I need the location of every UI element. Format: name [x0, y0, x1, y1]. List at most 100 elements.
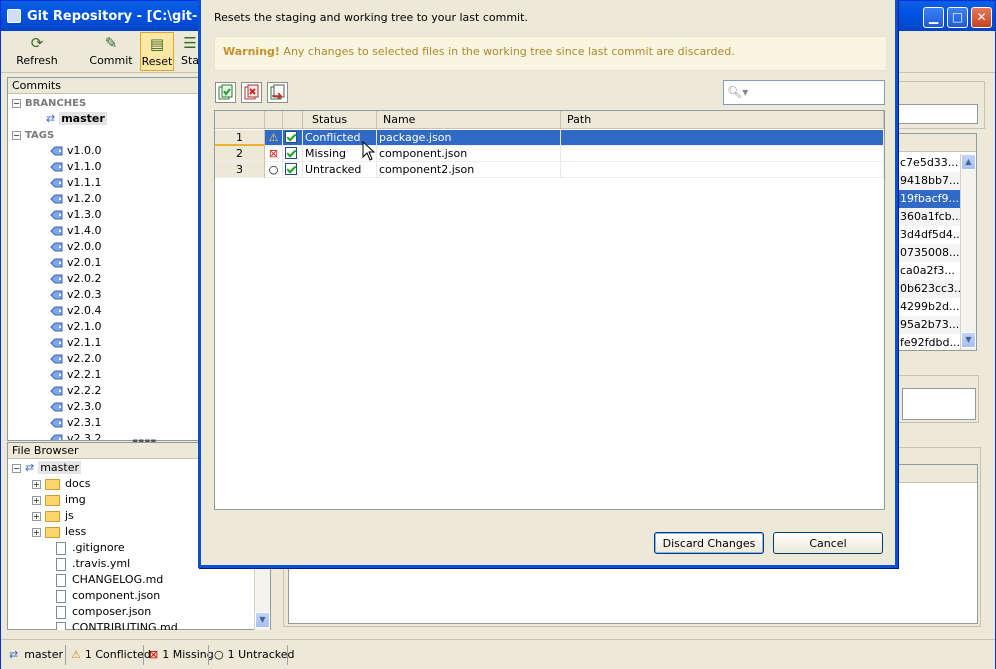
tag-item[interactable]: v2.1.1	[50, 335, 102, 351]
tag-item[interactable]: v2.2.0	[50, 351, 102, 367]
details-search-field[interactable]	[898, 104, 978, 124]
select-all-button[interactable]	[215, 82, 236, 103]
tag-item[interactable]: v1.1.0	[50, 159, 102, 175]
scroll-down-icon[interactable]: ▼	[255, 612, 270, 628]
commit-hash-row[interactable]: 95a2b73...	[898, 316, 960, 334]
collapse-icon[interactable]: −	[12, 130, 21, 140]
scroll-down-icon[interactable]: ▼	[961, 332, 976, 348]
invert-selection-button[interactable]	[267, 82, 288, 103]
commit-hash-row[interactable]: 3d4df5d4...	[898, 226, 960, 244]
commit-hash-row[interactable]: fe92fdbd...	[898, 334, 960, 350]
collapse-icon[interactable]: −	[12, 463, 21, 473]
expand-icon[interactable]: +	[32, 511, 41, 521]
refresh-button[interactable]: ⟳ Refresh	[11, 32, 63, 71]
tags-group[interactable]: − TAGS	[12, 127, 54, 143]
file-icon	[56, 573, 66, 587]
tag-item[interactable]: v2.0.3	[50, 287, 102, 303]
grid-row[interactable]: 3 ○ Untracked component2.json	[215, 162, 884, 178]
tag-item[interactable]: v2.0.2	[50, 271, 102, 287]
scroll-up-icon[interactable]: ▲	[961, 154, 976, 170]
branch-item-master[interactable]: ⇄ master	[46, 111, 107, 127]
tag-item[interactable]: v2.0.4	[50, 303, 102, 319]
expand-icon[interactable]: +	[32, 495, 41, 505]
maximize-icon: □	[951, 10, 964, 24]
tag-icon	[50, 306, 63, 317]
row-number[interactable]: 1	[215, 130, 265, 146]
tag-item[interactable]: v1.2.0	[50, 191, 102, 207]
tag-label: v1.0.0	[67, 144, 102, 157]
commit-hash-row[interactable]: 0b623cc3...	[898, 280, 960, 298]
commit-hash-row[interactable]: 4299b2d...	[898, 298, 960, 316]
file-search-field[interactable]	[750, 84, 880, 101]
tag-item[interactable]: v1.0.0	[50, 143, 102, 159]
branches-group[interactable]: − BRANCHES	[12, 95, 86, 111]
file-item[interactable]: .gitignore	[56, 540, 125, 556]
refresh-icon: ⟳	[30, 34, 44, 52]
grid-row[interactable]: 2 ⊠ Missing component.json	[215, 146, 884, 162]
collapse-icon[interactable]: −	[12, 98, 21, 108]
commit-hash-row[interactable]: c7e5d33...	[898, 154, 960, 172]
grid-row[interactable]: 1 ⚠ Conflicted package.json	[215, 130, 884, 146]
row-number[interactable]: 2	[215, 146, 265, 162]
message-field[interactable]	[902, 388, 976, 420]
reset-icon: ▤	[149, 35, 165, 53]
tag-label: v2.0.2	[67, 272, 102, 285]
tag-label: v2.1.1	[67, 336, 102, 349]
tag-item[interactable]: v2.1.0	[50, 319, 102, 335]
status-column-header[interactable]: Status	[303, 111, 377, 129]
select-none-button[interactable]	[241, 82, 262, 103]
tag-item[interactable]: v2.3.2	[50, 431, 102, 440]
folder-item[interactable]: + docs	[32, 476, 91, 492]
row-checkbox[interactable]	[285, 163, 297, 175]
file-item[interactable]: .travis.yml	[56, 556, 130, 572]
cancel-button[interactable]: Cancel	[773, 532, 883, 554]
file-item[interactable]: component.json	[56, 588, 160, 604]
tag-item[interactable]: v2.3.1	[50, 415, 102, 431]
tag-label: v1.1.0	[67, 160, 102, 173]
tag-label: v2.3.0	[67, 400, 102, 413]
tag-icon	[50, 274, 63, 285]
folder-item[interactable]: + less	[32, 524, 86, 540]
tag-item[interactable]: v2.2.2	[50, 383, 102, 399]
row-checkbox[interactable]	[285, 131, 297, 143]
tag-item[interactable]: v2.0.0	[50, 239, 102, 255]
tag-item[interactable]: v2.3.0	[50, 399, 102, 415]
row-checkbox[interactable]	[285, 147, 297, 159]
tag-item[interactable]: v1.3.0	[50, 207, 102, 223]
discard-changes-button[interactable]: Discard Changes	[654, 532, 764, 554]
commit-hash-row[interactable]: 19fbacf9...	[898, 190, 960, 208]
folder-item[interactable]: + img	[32, 492, 86, 508]
file-item[interactable]: composer.json	[56, 604, 151, 620]
file-root-master[interactable]: − ⇄ master	[12, 460, 82, 476]
path-column-header[interactable]: Path	[561, 111, 884, 129]
tag-item[interactable]: v2.2.1	[50, 367, 102, 383]
tag-item[interactable]: v1.1.1	[50, 175, 102, 191]
commit-hash-row[interactable]: 0735008...	[898, 244, 960, 262]
maximize-button[interactable]: □	[947, 7, 968, 28]
tag-item[interactable]: v1.4.0	[50, 223, 102, 239]
row-number[interactable]: 3	[215, 162, 265, 178]
stash-button[interactable]: ☰ Sta	[181, 32, 199, 71]
close-button[interactable]: ✕	[971, 7, 992, 28]
file-item[interactable]: CONTRIBUTING.md	[56, 620, 178, 630]
select-none-icon	[244, 84, 259, 100]
tag-icon	[50, 146, 63, 157]
name-column-header[interactable]: Name	[377, 111, 561, 129]
expand-icon[interactable]: +	[32, 479, 41, 489]
tag-item[interactable]: v2.0.1	[50, 255, 102, 271]
commit-hash-row[interactable]: ca0a2f3...	[898, 262, 960, 280]
file-search-input[interactable]: 🔍︎▾	[723, 80, 885, 105]
commit-hash-row[interactable]: 360a1fcb...	[898, 208, 960, 226]
branch-icon: ⇄	[46, 112, 56, 125]
folder-item[interactable]: + js	[32, 508, 74, 524]
minimize-button[interactable]: ▁	[923, 7, 944, 28]
file-item[interactable]: CHANGELOG.md	[56, 572, 163, 588]
folder-label: docs	[65, 477, 91, 490]
commit-hash-row[interactable]: 9418bb7...	[898, 172, 960, 190]
commit-button[interactable]: ✎ Commit	[87, 32, 135, 71]
expand-icon[interactable]: +	[32, 527, 41, 537]
checkbox-column-header[interactable]	[283, 111, 303, 129]
reset-button[interactable]: ▤ Reset	[140, 32, 174, 71]
status-branch-label: master	[24, 648, 64, 661]
hash-list-scrollbar[interactable]: ▲ ▼	[960, 154, 976, 350]
